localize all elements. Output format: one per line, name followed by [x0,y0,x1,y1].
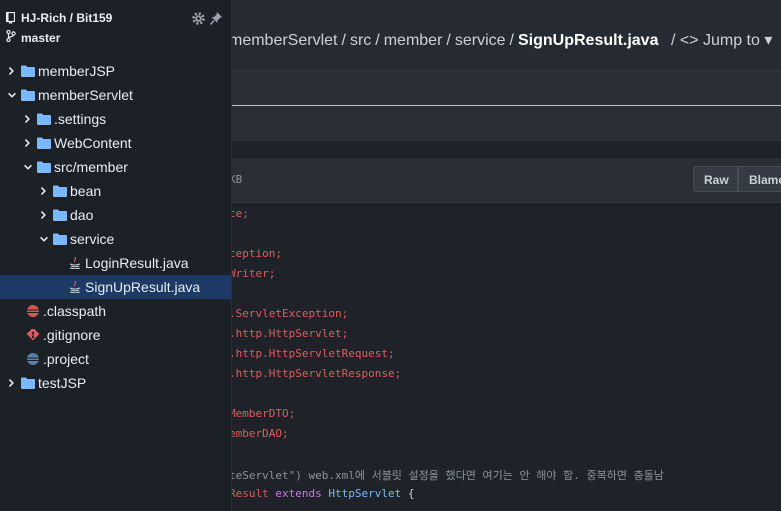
caret-down-icon: ▾ [764,32,773,49]
tree-item[interactable]: .classpath [0,299,231,323]
code-line: .http.HttpServletResponse; [229,367,402,380]
tree-item-label: src/member [54,159,128,175]
tree-item[interactable]: bean [0,179,231,203]
breadcrumb-separator: / [375,32,380,49]
breadcrumb-separator: / [509,32,514,49]
chevron-down-icon [8,92,16,98]
code-line: teServlet") web.xml에 서블릿 설정을 했다면 여기는 안 해… [229,469,664,482]
gear-icon[interactable] [191,11,206,26]
folder-icon [53,209,67,221]
breadcrumb-file: SignUpResult.java [518,32,659,49]
code-line: ception; [229,247,282,260]
chevron-down-icon [40,236,48,242]
code-icon: <> [679,32,699,49]
code-line: emberDAO; [229,427,289,440]
tree-item[interactable]: testJSP [0,371,231,395]
folder-icon [37,137,51,149]
raw-button[interactable]: Raw [693,166,738,192]
code-line: Result extends HttpServlet { [229,487,415,500]
code-line: .http.HttpServlet; [229,327,349,340]
chevron-right-icon [24,139,30,147]
sidebar-header: HJ-Rich / Bit159 master [0,0,231,58]
folder-icon [21,65,35,77]
breadcrumb-separator: / [446,32,451,49]
breadcrumb-service[interactable]: service [455,32,506,49]
tree-item[interactable]: WebContent [0,131,231,155]
tree-item[interactable]: LoginResult.java [0,251,231,275]
branch-name[interactable]: master [21,31,60,45]
tree-item[interactable]: SignUpResult.java [0,275,231,299]
tree-item-label: WebContent [54,135,132,151]
breadcrumb-src[interactable]: src [350,32,371,49]
jump-to-label: Jump to [702,32,760,49]
blame-button[interactable]: Blame [738,166,781,192]
folder-icon [21,377,35,389]
chevron-right-icon [8,379,14,387]
tree-item-label: service [70,231,115,247]
breadcrumb: memberServlet / src / member / service / SignUpR… [229,30,772,50]
tree-item[interactable]: service [0,227,231,251]
file-tree-sidebar: HJ-Rich / Bit159 master memberJSP memberS… [0,0,232,511]
chevron-down-icon [24,164,32,170]
tree-item-label: .project [43,351,89,367]
tree-item[interactable]: .settings [0,107,231,131]
tree-item-label: .classpath [43,303,107,319]
divider [229,105,781,106]
repo-name[interactable]: HJ-Rich / Bit159 [21,11,112,25]
tree-item-label: LoginResult.java [85,255,189,271]
folder-icon [53,185,67,197]
tree-item-label: SignUpResult.java [85,279,201,295]
tree-item[interactable]: dao [0,203,231,227]
git-file-icon [26,329,40,341]
folder-icon [37,161,51,173]
tree-item[interactable]: src/member [0,155,231,179]
tree-item[interactable]: .gitignore [0,323,231,347]
breadcrumb-member[interactable]: member [384,32,443,49]
folder-icon [21,89,35,101]
branch-icon [6,30,16,42]
tree-item[interactable]: memberJSP [0,59,231,83]
tree-item-label: memberServlet [38,87,133,103]
java-file-icon [69,257,81,269]
java-file-icon [69,281,81,293]
breadcrumb-separator: / [670,32,676,49]
chevron-right-icon [24,115,30,123]
chevron-right-icon [40,187,46,195]
folder-icon [37,113,51,125]
tree-item-label: dao [70,207,94,223]
repo-icon [6,12,15,24]
tree-item-label: .settings [54,111,107,127]
tree-item-label: testJSP [38,375,87,391]
breadcrumb-separator: / [341,32,346,49]
jump-to-button[interactable]: / <> Jump to ▾ [671,32,772,49]
code-line: .ServletException; [229,307,349,320]
tree-item-label: memberJSP [38,63,116,79]
pin-icon[interactable] [209,11,223,26]
tree-item-label: .gitignore [43,327,101,343]
breadcrumb-repo-dir[interactable]: memberServlet [229,32,337,49]
code-line: .http.HttpServletRequest; [229,347,395,360]
tree-item[interactable]: .project [0,347,231,371]
chevron-right-icon [40,211,46,219]
folder-icon [53,233,67,245]
classpath-file-icon [27,305,39,317]
tree-item-label: bean [70,183,102,199]
chevron-right-icon [8,67,14,75]
code-line: Writer; [229,267,276,280]
tree-item[interactable]: memberServlet [0,83,231,107]
project-file-icon [27,353,39,365]
code-line: MemberDTO; [229,407,296,420]
